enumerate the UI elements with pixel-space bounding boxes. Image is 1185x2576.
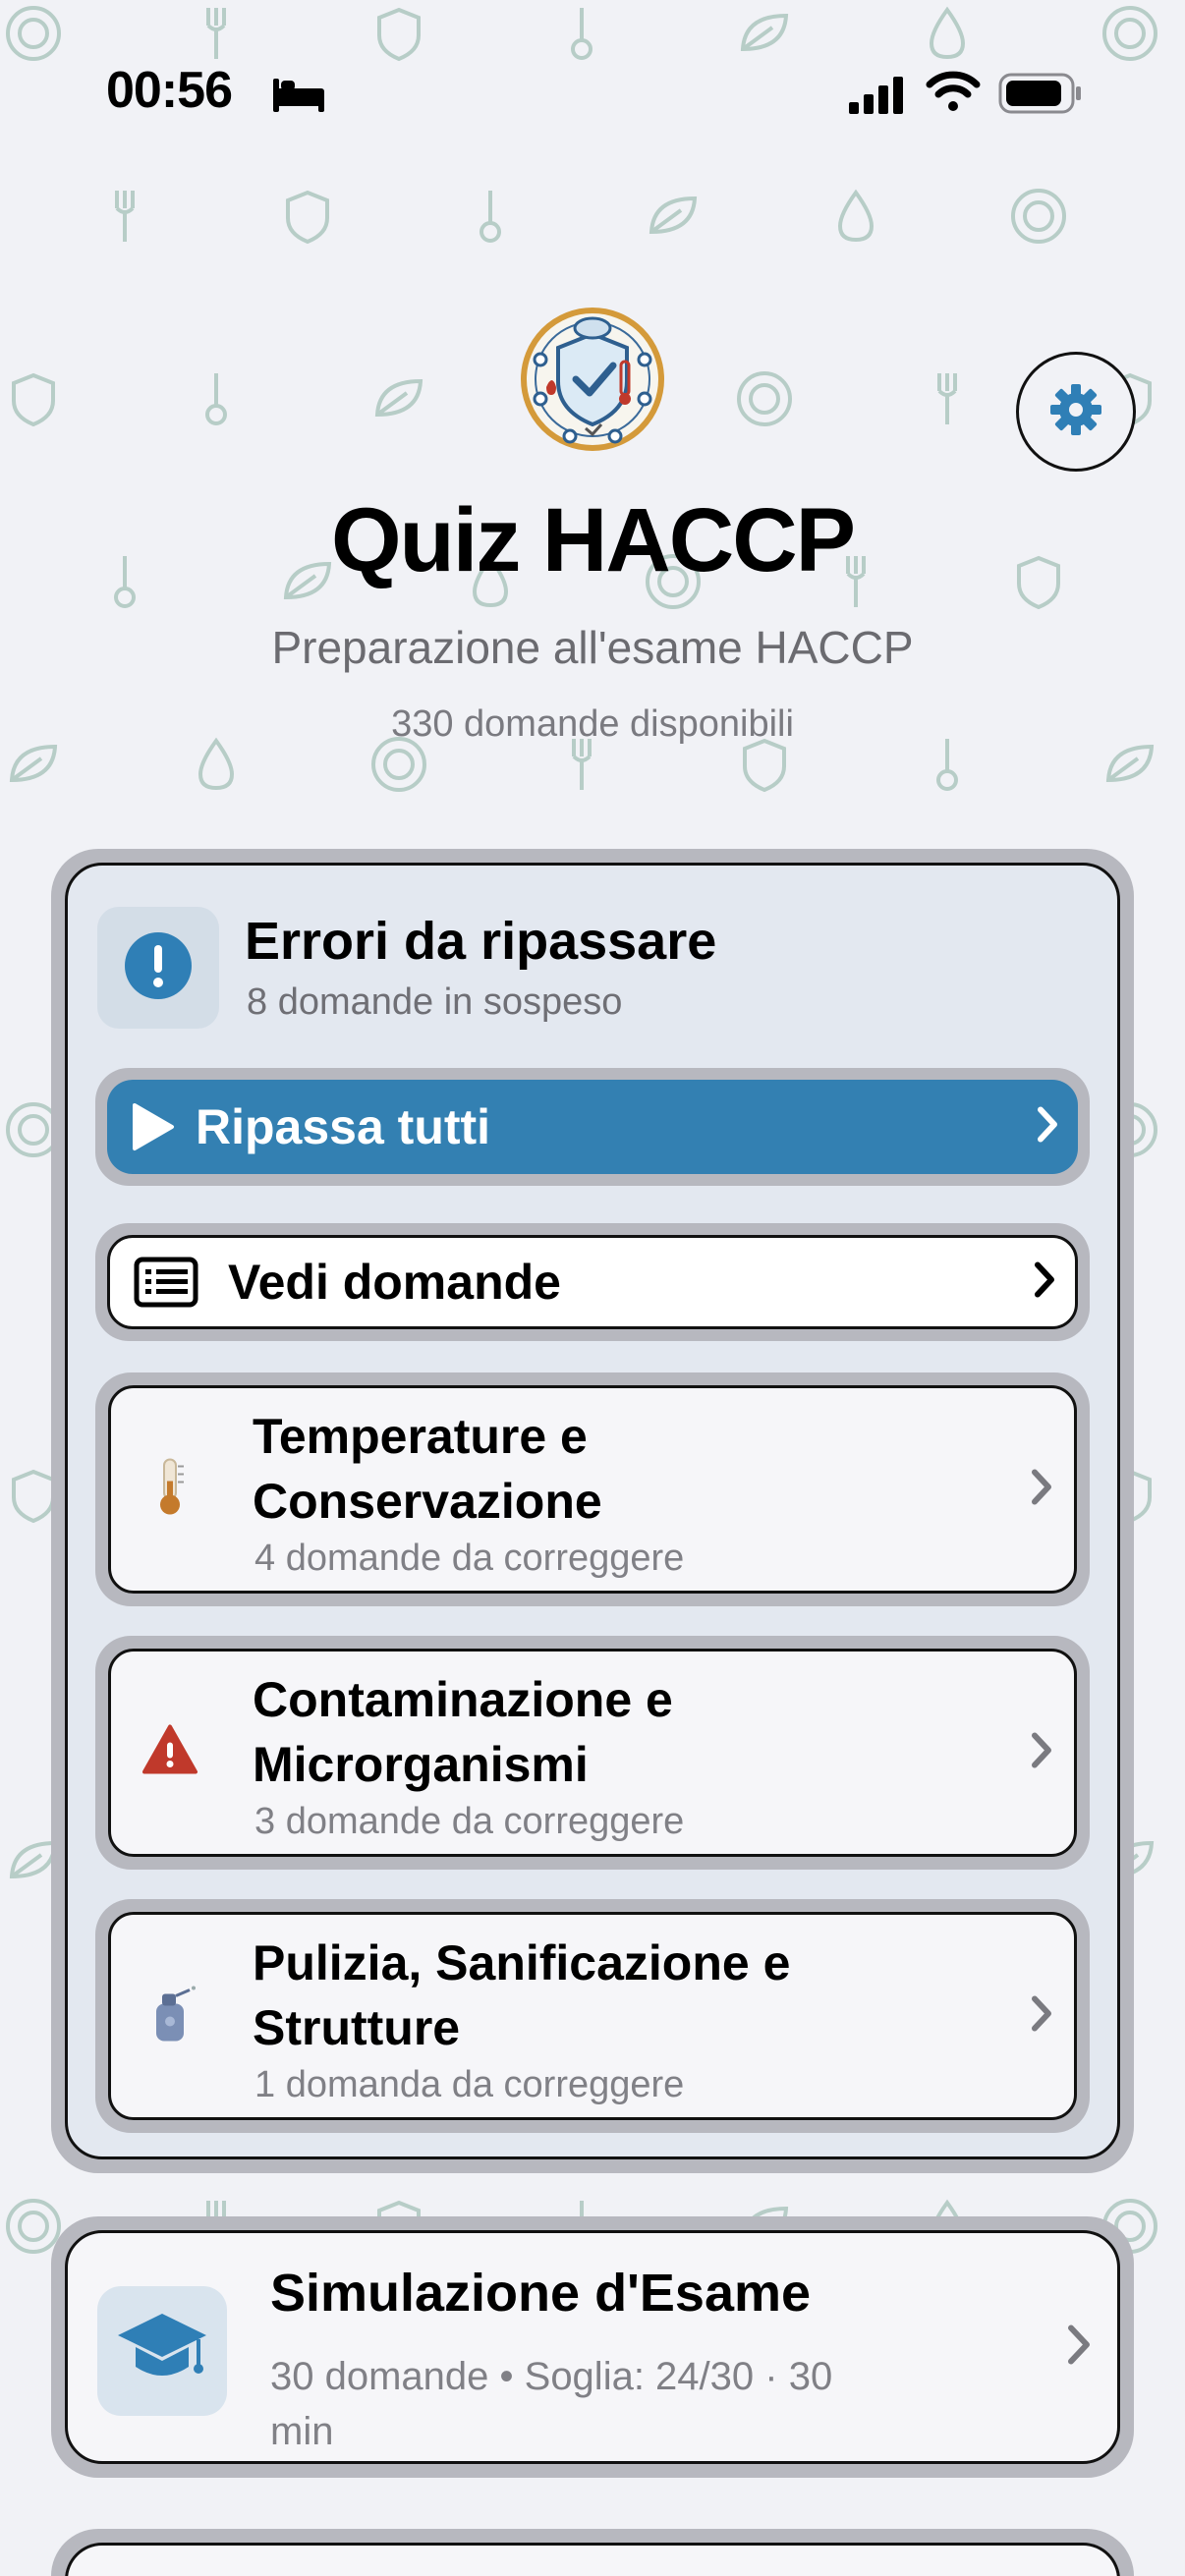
- errors-title: Errori da ripassare: [245, 912, 717, 971]
- see-questions-label: Vedi domande: [228, 1255, 561, 1310]
- see-questions-button[interactable]: Vedi domande: [95, 1223, 1090, 1341]
- wifi-icon: [926, 69, 981, 117]
- pattern-shield-icon: [377, 7, 421, 62]
- pattern-fork-icon: [572, 739, 592, 790]
- play-icon: [131, 1101, 176, 1152]
- warning-triangle-icon: [141, 1723, 199, 1783]
- settings-button[interactable]: [1016, 352, 1136, 472]
- question-count: 330 domande disponibili: [391, 703, 794, 745]
- review-all-button[interactable]: Ripassa tutti: [95, 1068, 1090, 1186]
- pattern-leaf-icon: [1105, 744, 1155, 783]
- review-all-label: Ripassa tutti: [196, 1099, 491, 1154]
- pattern-thermo-icon: [205, 373, 227, 425]
- spray-bottle-icon: [141, 1983, 199, 2050]
- exam-subtitle: 30 domande • Soglia: 24/30 · 30 min: [270, 2355, 833, 2453]
- exclamation-circle-icon: [122, 929, 195, 1007]
- app-subtitle: Preparazione all'esame HACCP: [271, 622, 914, 673]
- category-temperature[interactable]: Temperature e Conservazione 4 domande da…: [95, 1372, 1090, 1606]
- pattern-leaf-icon: [374, 378, 423, 418]
- pattern-drop-icon: [837, 189, 875, 243]
- category-subtitle: 1 domanda da correggere: [254, 2064, 685, 2105]
- list-icon: [134, 1257, 198, 1308]
- chevron-right-icon: [1029, 1468, 1054, 1512]
- pattern-shield-icon: [12, 1469, 55, 1524]
- category-cleaning[interactable]: Pulizia, Sanificazione e Strutture 1 dom…: [95, 1899, 1090, 2133]
- pattern-thermo-icon: [936, 739, 958, 791]
- chevron-right-icon: [1029, 1994, 1054, 2039]
- pattern-circle-icon: [371, 737, 426, 792]
- errors-icon-box: [97, 907, 219, 1029]
- category-title: Contaminazione e Microrganismi: [253, 1672, 673, 1792]
- pattern-shield-icon: [12, 372, 55, 427]
- errors-card: Errori da ripassare 8 domande in sospeso…: [51, 849, 1134, 2173]
- pattern-drop-icon: [929, 6, 966, 60]
- chevron-right-icon: [1035, 1105, 1060, 1149]
- pattern-drop-icon: [198, 737, 235, 791]
- graduation-cap-icon: [114, 2308, 210, 2395]
- pattern-circle-icon: [1102, 6, 1157, 61]
- exam-title: Simulazione d'Esame: [270, 2264, 812, 2323]
- category-title: Temperature e Conservazione: [253, 1409, 602, 1529]
- chevron-right-icon: [1029, 1731, 1054, 1775]
- pattern-circle-icon: [737, 371, 792, 426]
- pattern-circle-icon: [6, 6, 61, 61]
- app-title: Quiz HACCP: [331, 490, 856, 590]
- cellular-signal-icon: [847, 75, 906, 119]
- pattern-leaf-icon: [740, 13, 789, 52]
- haccp-shield-logo: [511, 301, 674, 463]
- pattern-leaf-icon: [9, 1840, 58, 1879]
- chevron-right-icon: [1064, 2323, 1094, 2373]
- pattern-thermo-icon: [480, 191, 501, 243]
- pattern-fork-icon: [206, 8, 226, 59]
- pattern-leaf-icon: [9, 744, 58, 783]
- battery-icon: [998, 73, 1083, 119]
- category-title: Pulizia, Sanificazione e Strutture: [253, 1935, 791, 2055]
- exam-simulation-card[interactable]: Simulazione d'Esame 30 domande • Soglia:…: [51, 2216, 1134, 2478]
- category-subtitle: 3 domande da correggere: [254, 1801, 685, 1842]
- category-contamination[interactable]: Contaminazione e Microrganismi 3 domande…: [95, 1636, 1090, 1870]
- gear-icon: [1048, 382, 1103, 442]
- next-card-partial: [51, 2529, 1134, 2576]
- bed-icon: [271, 75, 326, 119]
- status-time: 00:56: [106, 62, 233, 119]
- pattern-thermo-icon: [571, 8, 592, 60]
- category-subtitle: 4 domande da correggere: [254, 1538, 685, 1579]
- pattern-leaf-icon: [649, 196, 698, 235]
- thermometer-icon: [141, 1456, 199, 1524]
- chevron-right-icon: [1032, 1260, 1057, 1305]
- pattern-circle-icon: [1011, 189, 1066, 244]
- pattern-fork-icon: [937, 373, 957, 424]
- pattern-fork-icon: [115, 191, 135, 242]
- pattern-circle-icon: [6, 2199, 61, 2254]
- errors-subtitle: 8 domande in sospeso: [247, 981, 623, 1023]
- pattern-shield-icon: [743, 738, 786, 793]
- exam-icon-box: [97, 2286, 227, 2416]
- pattern-shield-icon: [286, 190, 329, 245]
